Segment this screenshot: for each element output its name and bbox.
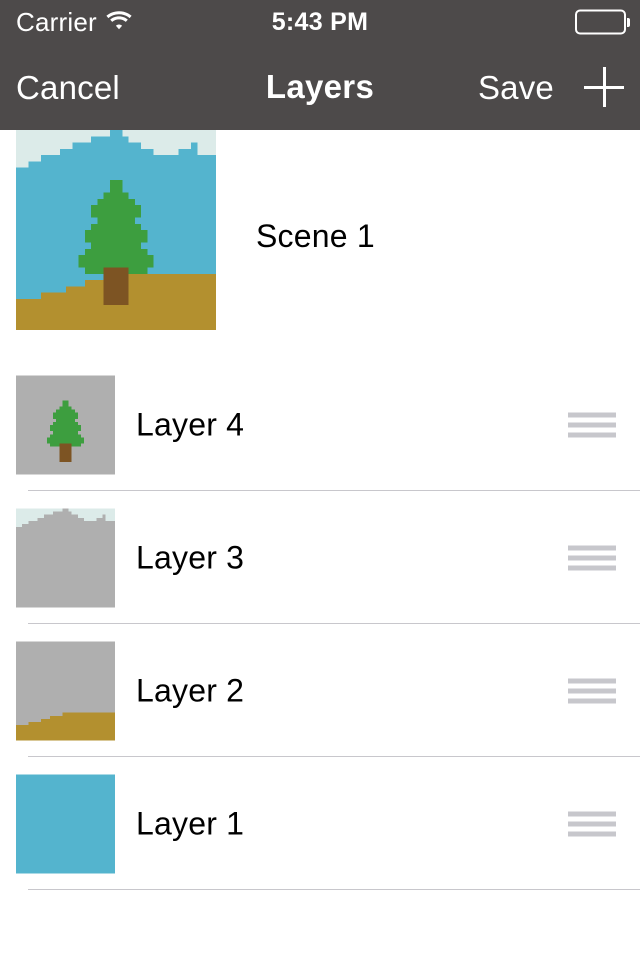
reorder-handle-icon[interactable] — [568, 811, 616, 836]
layer-row[interactable]: Layer 1 — [0, 757, 640, 890]
layer-1-thumbnail[interactable] — [16, 774, 115, 873]
carrier-label: Carrier — [16, 7, 97, 37]
status-bar-right — [575, 9, 626, 35]
layer-label: Layer 1 — [136, 805, 245, 841]
save-button[interactable]: Save — [476, 67, 556, 108]
layer-label: Layer 4 — [136, 406, 245, 442]
scene-1-thumbnail[interactable] — [16, 130, 216, 330]
wifi-icon — [106, 10, 132, 35]
reorder-handle-icon[interactable] — [568, 545, 616, 570]
row-separator — [28, 889, 640, 890]
navigation-bar: Cancel Layers Save — [0, 44, 640, 130]
scene-label: Scene 1 — [256, 218, 375, 254]
layer-label: Layer 2 — [136, 672, 245, 708]
layer-3-thumbnail[interactable] — [16, 508, 115, 607]
add-layer-button[interactable] — [584, 67, 624, 107]
layer-2-thumbnail[interactable] — [16, 641, 115, 740]
layer-row[interactable]: Layer 4 — [0, 358, 640, 491]
cancel-button[interactable]: Cancel — [14, 67, 122, 108]
status-bar-left: Carrier — [16, 9, 132, 35]
reorder-handle-icon[interactable] — [568, 412, 616, 437]
layer-row[interactable]: Layer 2 — [0, 624, 640, 757]
battery-icon — [575, 9, 626, 35]
layer-row[interactable]: Layer 3 — [0, 491, 640, 624]
layer-4-thumbnail[interactable] — [16, 375, 115, 474]
reorder-handle-icon[interactable] — [568, 678, 616, 703]
layer-label: Layer 3 — [136, 539, 245, 575]
scene-row[interactable]: Scene 1 — [0, 130, 640, 358]
status-bar: Carrier 5:43 PM — [0, 0, 640, 44]
layer-list: Scene 1 Layer 4 Layer 3 Layer 2 Layer 1 — [0, 130, 640, 890]
navigation-bar-right: Save — [476, 67, 624, 108]
